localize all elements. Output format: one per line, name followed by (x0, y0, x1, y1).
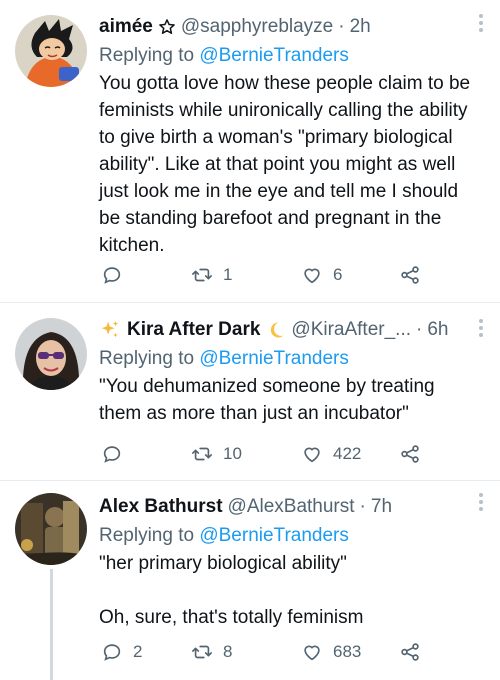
reply-count: 2 (133, 642, 143, 661)
mention-link[interactable]: @BernieTranders (199, 348, 349, 369)
retweet-icon (192, 268, 212, 282)
crescent-moon-icon (266, 320, 286, 340)
separator: · (416, 319, 423, 340)
share-button[interactable] (399, 641, 421, 663)
display-name[interactable]: aimée (99, 14, 153, 40)
timestamp[interactable]: 2h (350, 14, 371, 40)
retweet-button[interactable]: 10 (191, 443, 242, 465)
retweet-button[interactable]: 1 (191, 264, 232, 286)
display-name[interactable]: Alex Bathurst (99, 494, 223, 520)
retweet-icon (192, 645, 212, 659)
thread-line (50, 569, 53, 680)
reply-button[interactable] (101, 443, 133, 465)
tweet-1[interactable]: aimée @sapphyreblayze · 2h Replying to @… (0, 0, 500, 302)
share-button[interactable] (399, 264, 421, 286)
reply-button[interactable]: 2 (101, 641, 142, 663)
reply-icon (103, 446, 121, 463)
tweet-text: You gotta love how these people claim to… (99, 73, 476, 256)
avatar[interactable] (15, 318, 87, 390)
timestamp[interactable]: 6h (427, 317, 448, 343)
timestamp[interactable]: 7h (371, 494, 392, 520)
avatar[interactable] (15, 15, 87, 87)
avatar[interactable] (15, 493, 87, 565)
heart-icon (304, 645, 320, 661)
star-outline-icon (158, 18, 176, 36)
reply-icon (103, 267, 121, 284)
share-icon (401, 266, 419, 284)
tweet-text: "her primary biological ability" Oh, sur… (99, 553, 364, 628)
replying-to: Replying to @BernieTranders (99, 43, 478, 69)
more-options-icon[interactable] (478, 14, 484, 35)
display-name[interactable]: Kira After Dark (127, 317, 260, 343)
retweet-count: 1 (223, 265, 233, 284)
more-options-icon[interactable] (478, 493, 484, 514)
mention-link[interactable]: @BernieTranders (199, 525, 349, 546)
share-icon (401, 445, 419, 463)
like-button[interactable]: 683 (301, 641, 361, 663)
replying-to: Replying to @BernieTranders (99, 523, 478, 549)
replying-to-label: Replying to (99, 525, 200, 546)
like-button[interactable]: 422 (301, 443, 361, 465)
replying-to: Replying to @BernieTranders (99, 346, 478, 372)
sparkles-icon (99, 319, 121, 341)
retweet-icon (192, 447, 212, 461)
replying-to-label: Replying to (99, 348, 200, 369)
user-handle[interactable]: @KiraAfter_... (291, 317, 411, 343)
like-count: 422 (333, 444, 362, 463)
like-button[interactable]: 6 (301, 264, 342, 286)
separator: · (359, 496, 366, 517)
tweet-3[interactable]: Alex Bathurst @AlexBathurst · 7h Replyin… (0, 481, 500, 680)
share-button[interactable] (399, 443, 421, 465)
retweet-button[interactable]: 8 (191, 641, 232, 663)
separator: · (338, 16, 345, 37)
like-count: 683 (333, 642, 362, 661)
reply-icon (103, 644, 121, 661)
reply-button[interactable] (101, 264, 133, 286)
mention-link[interactable]: @BernieTranders (199, 45, 349, 66)
replying-to-label: Replying to (99, 45, 200, 66)
user-handle[interactable]: @sapphyreblayze (181, 14, 333, 40)
tweet-text: "You dehumanized someone by treating the… (99, 376, 440, 424)
tweet-2[interactable]: Kira After Dark @KiraAfter_... · 6h Repl… (0, 303, 500, 480)
heart-icon (304, 268, 320, 284)
user-handle[interactable]: @AlexBathurst (228, 494, 355, 520)
heart-icon (304, 447, 320, 463)
like-count: 6 (333, 265, 343, 284)
share-icon (401, 643, 419, 661)
retweet-count: 10 (223, 444, 242, 463)
retweet-count: 8 (223, 642, 233, 661)
more-options-icon[interactable] (478, 319, 484, 340)
